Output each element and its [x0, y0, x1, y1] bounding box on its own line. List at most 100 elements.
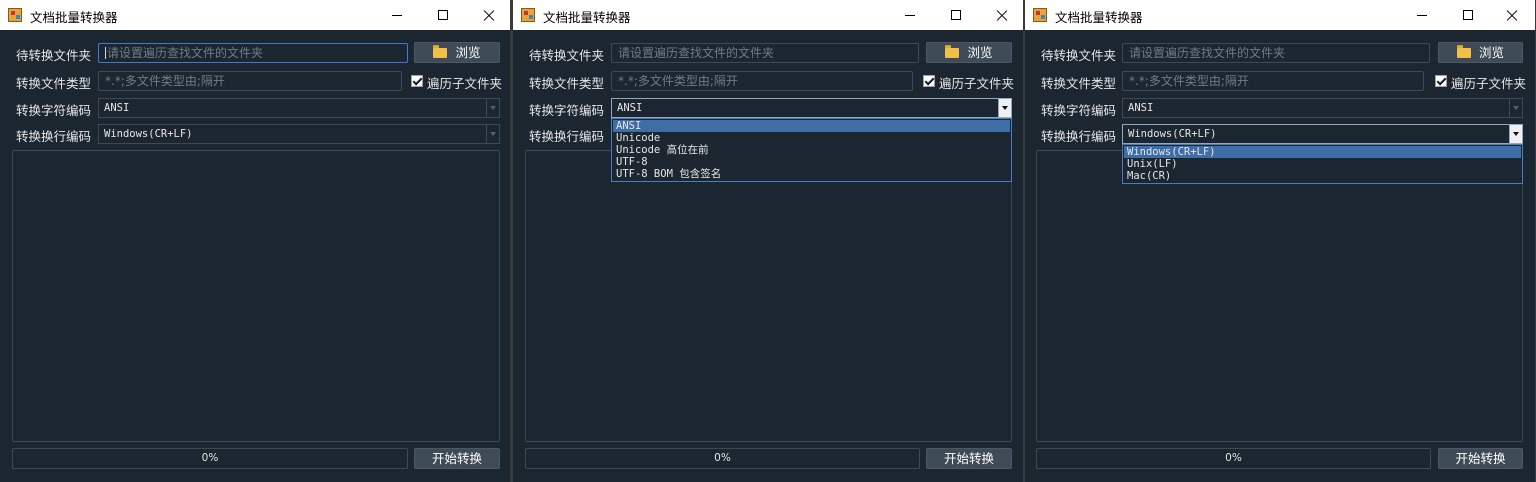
subfolders-checkbox[interactable] — [411, 75, 423, 87]
window-charset-open: 文档批量转换器 待转换文件夹 请设置遍历查找文件的文件夹 浏览 转换文件类型 *… — [513, 0, 1023, 482]
subfolders-checkbox[interactable] — [923, 75, 935, 87]
progress-text: 0% — [201, 452, 219, 464]
close-icon[interactable] — [466, 0, 510, 30]
app-icon — [1033, 8, 1047, 22]
charset-value: ANSI — [617, 102, 643, 114]
chevron-down-icon[interactable] — [1509, 99, 1522, 117]
browse-button[interactable]: 浏览 — [414, 42, 500, 63]
source-folder-input[interactable]: 请设置遍历查找文件的文件夹 — [611, 43, 919, 63]
line-ending-label: 转换换行编码 — [1041, 129, 1117, 144]
log-textarea[interactable] — [1036, 150, 1523, 442]
charset-select[interactable]: ANSI — [611, 98, 1012, 118]
maximize-icon[interactable] — [1445, 0, 1491, 30]
window-title: 文档批量转换器 — [1055, 10, 1143, 25]
source-folder-placeholder: 请设置遍历查找文件的文件夹 — [618, 46, 775, 60]
charset-option[interactable]: UTF-8 BOM 包含签名 — [613, 168, 1010, 180]
charset-option[interactable]: Unicode — [613, 132, 1010, 144]
progress-text: 0% — [1225, 452, 1242, 464]
line-ending-value: Windows(CR+LF) — [1128, 128, 1217, 140]
chevron-down-icon[interactable] — [486, 99, 499, 117]
browse-label: 浏览 — [1478, 45, 1504, 60]
chevron-down-icon[interactable] — [998, 99, 1011, 117]
line-ending-option[interactable]: Unix(LF) — [1124, 158, 1521, 170]
file-types-placeholder: *.*;多文件类型由;隔开 — [1129, 74, 1249, 88]
progress-bar: 0% — [12, 448, 408, 469]
log-textarea[interactable] — [525, 150, 1012, 442]
source-folder-input[interactable]: 请设置遍历查找文件的文件夹 — [1122, 43, 1430, 63]
log-textarea[interactable] — [12, 150, 500, 442]
window-title: 文档批量转换器 — [543, 10, 631, 25]
browse-label: 浏览 — [455, 45, 481, 60]
line-ending-label: 转换换行编码 — [16, 129, 92, 144]
source-folder-label: 待转换文件夹 — [1041, 48, 1117, 63]
subfolders-checkbox[interactable] — [1435, 75, 1447, 87]
line-ending-select[interactable]: Windows(CR+LF) — [1122, 124, 1523, 144]
app-icon — [521, 8, 535, 22]
browse-button[interactable]: 浏览 — [1438, 42, 1523, 63]
title-bar: 文档批量转换器 — [0, 0, 510, 30]
start-convert-label: 开始转换 — [943, 451, 994, 466]
file-types-label: 转换文件类型 — [1041, 76, 1117, 91]
source-folder-placeholder: 请设置遍历查找文件的文件夹 — [1129, 46, 1286, 60]
start-convert-button[interactable]: 开始转换 — [926, 448, 1012, 469]
file-types-placeholder: *.*;多文件类型由;隔开 — [105, 74, 225, 88]
maximize-icon[interactable] — [933, 0, 979, 30]
subfolders-label: 遍历子文件夹 — [427, 76, 503, 91]
line-ending-dropdown-list: Windows(CR+LF) Unix(LF) Mac(CR) — [1122, 144, 1523, 184]
charset-label: 转换字符编码 — [529, 103, 605, 118]
charset-value: ANSI — [104, 102, 130, 114]
folder-icon — [1456, 45, 1471, 58]
charset-label: 转换字符编码 — [16, 103, 92, 118]
folder-icon — [945, 45, 960, 58]
charset-dropdown-list: ANSI Unicode Unicode 高位在前 UTF-8 UTF-8 BO… — [611, 118, 1012, 182]
window-idle: 文档批量转换器 待转换文件夹 请设置遍历查找文件的文件夹 浏览 转换文件类型 *… — [0, 0, 510, 482]
source-folder-label: 待转换文件夹 — [16, 48, 92, 63]
chevron-down-icon[interactable] — [486, 125, 499, 143]
file-types-input[interactable]: *.*;多文件类型由;隔开 — [98, 71, 402, 91]
minimize-icon[interactable] — [374, 0, 420, 30]
file-types-input[interactable]: *.*;多文件类型由;隔开 — [1122, 71, 1424, 91]
charset-select[interactable]: ANSI — [98, 98, 500, 118]
maximize-icon[interactable] — [420, 0, 466, 30]
start-convert-button[interactable]: 开始转换 — [414, 448, 500, 469]
file-types-input[interactable]: *.*;多文件类型由;隔开 — [611, 71, 913, 91]
minimize-icon[interactable] — [1399, 0, 1445, 30]
title-bar: 文档批量转换器 — [1025, 0, 1535, 30]
source-folder-input[interactable]: 请设置遍历查找文件的文件夹 — [98, 43, 408, 63]
close-icon[interactable] — [1489, 0, 1535, 30]
charset-select[interactable]: ANSI — [1122, 98, 1523, 118]
charset-option[interactable]: ANSI — [613, 120, 1010, 132]
line-ending-option[interactable]: Windows(CR+LF) — [1124, 146, 1521, 158]
minimize-icon[interactable] — [887, 0, 933, 30]
browse-label: 浏览 — [967, 45, 993, 60]
charset-option[interactable]: UTF-8 — [613, 156, 1010, 168]
progress-bar: 0% — [1036, 448, 1431, 469]
browse-button[interactable]: 浏览 — [926, 42, 1012, 63]
window-title: 文档批量转换器 — [30, 10, 118, 25]
folder-icon — [433, 45, 448, 58]
app-icon — [8, 8, 22, 22]
start-convert-button[interactable]: 开始转换 — [1438, 448, 1523, 469]
subfolders-label: 遍历子文件夹 — [1451, 76, 1527, 91]
line-ending-value: Windows(CR+LF) — [104, 128, 193, 140]
source-folder-label: 待转换文件夹 — [529, 48, 605, 63]
progress-text: 0% — [714, 452, 731, 464]
charset-option[interactable]: Unicode 高位在前 — [613, 144, 1010, 156]
close-icon[interactable] — [979, 0, 1023, 30]
text-caret — [105, 47, 106, 59]
line-ending-select[interactable]: Windows(CR+LF) — [98, 124, 500, 144]
file-types-label: 转换文件类型 — [16, 76, 92, 91]
progress-bar: 0% — [525, 448, 920, 469]
title-bar: 文档批量转换器 — [513, 0, 1023, 30]
subfolders-label: 遍历子文件夹 — [939, 76, 1015, 91]
window-line-ending-open: 文档批量转换器 待转换文件夹 请设置遍历查找文件的文件夹 浏览 转换文件类型 *… — [1025, 0, 1535, 482]
line-ending-label: 转换换行编码 — [529, 129, 605, 144]
charset-label: 转换字符编码 — [1041, 103, 1117, 118]
chevron-down-icon[interactable] — [1509, 125, 1522, 143]
source-folder-placeholder: 请设置遍历查找文件的文件夹 — [107, 46, 264, 60]
charset-value: ANSI — [1128, 102, 1154, 114]
file-types-label: 转换文件类型 — [529, 76, 605, 91]
start-convert-label: 开始转换 — [1455, 451, 1506, 466]
file-types-placeholder: *.*;多文件类型由;隔开 — [618, 74, 738, 88]
line-ending-option[interactable]: Mac(CR) — [1124, 170, 1521, 182]
